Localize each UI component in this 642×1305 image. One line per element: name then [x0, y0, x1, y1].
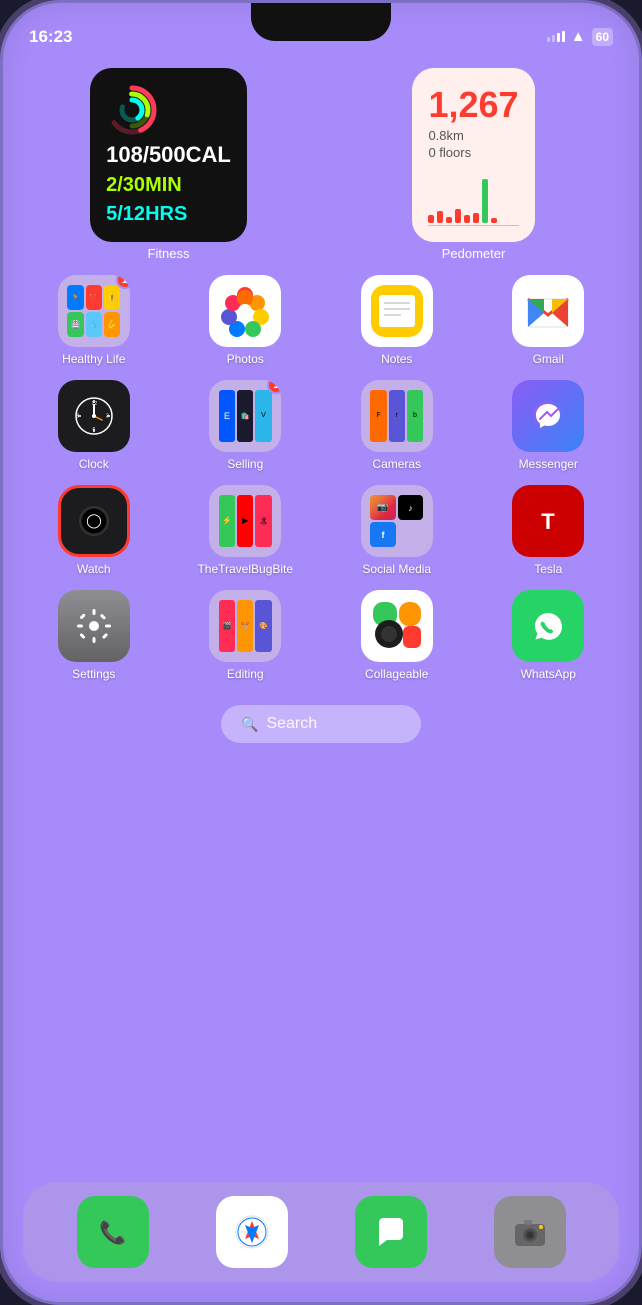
activity-rings-icon	[106, 84, 158, 136]
pedometer-widget-container: 1,267 0.8km 0 floors	[328, 68, 619, 261]
dock-safari[interactable]	[216, 1196, 288, 1268]
phone: 16:23 ▲ 60	[0, 0, 642, 1305]
app-whatsapp[interactable]: WhatsApp	[478, 590, 620, 681]
app-social-media[interactable]: 📷 ♪ f Social Media	[326, 485, 468, 576]
steps-floors: 0 floors	[428, 145, 518, 160]
app-name-clock: Clock	[79, 457, 109, 471]
camera-icon	[510, 1212, 550, 1252]
app-travel-bug[interactable]: ⚡ ▶ 🏝 TheTravelBugBite	[175, 485, 317, 576]
dock: 📞	[23, 1182, 619, 1282]
phone-icon: 📞	[93, 1212, 133, 1252]
app-name-collageable: Collageable	[365, 667, 428, 681]
notes-icon	[371, 285, 423, 337]
fitness-widget-container: 108/500CAL 2/30MIN 5/12HRS Fitness	[23, 68, 314, 261]
fitness-widget[interactable]: 108/500CAL 2/30MIN 5/12HRS	[90, 68, 247, 242]
messenger-icon	[528, 396, 568, 436]
collageable-icon	[371, 600, 423, 652]
battery-indicator: 60	[592, 28, 613, 46]
app-name-settings: Settings	[72, 667, 115, 681]
svg-text:6: 6	[92, 427, 95, 433]
steps-chart	[428, 173, 518, 223]
steps-count: 1,267	[428, 84, 518, 126]
dock-phone[interactable]: 📞	[77, 1196, 149, 1268]
dock-camera[interactable]	[494, 1196, 566, 1268]
app-photos[interactable]: Photos	[175, 275, 317, 366]
svg-text:3: 3	[106, 414, 109, 420]
app-row-1: 1 🏃 ❤️ ⚠️ 🏥 💧 💪 Healthy Life	[23, 275, 619, 366]
app-selling[interactable]: 1 E 🛍️ V Selling	[175, 380, 317, 471]
pedometer-widget[interactable]: 1,267 0.8km 0 floors	[412, 68, 534, 242]
search-magnifier-icon: 🔍	[241, 716, 258, 733]
dock-messages[interactable]	[355, 1196, 427, 1268]
app-healthy-life[interactable]: 1 🏃 ❤️ ⚠️ 🏥 💧 💪 Healthy Life	[23, 275, 165, 366]
badge-selling: 1	[267, 380, 281, 394]
fitness-min: 2/30MIN	[106, 174, 231, 197]
status-icons: ▲ 60	[547, 28, 613, 46]
app-name-healthy-life: Healthy Life	[62, 352, 125, 366]
screen-content: 108/500CAL 2/30MIN 5/12HRS Fitness 1,267…	[3, 58, 639, 1302]
app-tesla[interactable]: T Tesla	[478, 485, 620, 576]
tesla-icon: T	[528, 501, 568, 541]
settings-icon	[75, 607, 113, 645]
app-clock[interactable]: 12 3 6 9 Clock	[23, 380, 165, 471]
search-label: Search	[266, 715, 317, 733]
search-bar-container: 🔍 Search	[23, 705, 619, 743]
svg-text:T: T	[542, 509, 556, 534]
svg-text:📞: 📞	[99, 1218, 127, 1245]
app-name-selling: Selling	[227, 457, 263, 471]
app-settings[interactable]: Settings	[23, 590, 165, 681]
app-notes[interactable]: Notes	[326, 275, 468, 366]
fitness-hrs: 5/12HRS	[106, 203, 231, 226]
watch-icon-container: ◯	[58, 485, 130, 557]
app-name-editing: Editing	[227, 667, 264, 681]
app-editing[interactable]: 🎬 ✂️ 🎨 Editing	[175, 590, 317, 681]
app-name-travel-bug: TheTravelBugBite	[197, 562, 293, 576]
fitness-cal: 108/500CAL	[106, 142, 231, 168]
app-name-tesla: Tesla	[534, 562, 562, 576]
app-name-photos: Photos	[227, 352, 264, 366]
clock-icon: 12 3 6 9	[68, 390, 120, 442]
app-name-gmail: Gmail	[533, 352, 564, 366]
gmail-icon	[522, 285, 574, 337]
app-messenger[interactable]: Messenger	[478, 380, 620, 471]
app-name-social-media: Social Media	[362, 562, 431, 576]
app-cameras[interactable]: F r b Cameras	[326, 380, 468, 471]
app-name-watch: Watch	[77, 562, 111, 576]
svg-text:9: 9	[76, 414, 79, 420]
app-collageable[interactable]: Collageable	[326, 590, 468, 681]
pedometer-label: Pedometer	[442, 246, 506, 261]
app-name-whatsapp: WhatsApp	[521, 667, 576, 681]
whatsapp-icon	[528, 606, 568, 646]
watch-app-icon: ◯	[74, 501, 114, 541]
app-row-4: Settings 🎬 ✂️ 🎨 Editing	[23, 590, 619, 681]
search-bar[interactable]: 🔍 Search	[221, 705, 421, 743]
status-time: 16:23	[29, 27, 72, 47]
svg-text:◯: ◯	[86, 512, 102, 529]
safari-icon	[232, 1212, 272, 1252]
steps-km: 0.8km	[428, 128, 518, 143]
photos-icon	[219, 285, 271, 337]
signal-icon	[547, 31, 565, 42]
widgets-row: 108/500CAL 2/30MIN 5/12HRS Fitness 1,267…	[23, 68, 619, 261]
app-watch[interactable]: ◯ Watch	[23, 485, 165, 576]
app-row-3: ◯ Watch ⚡ ▶ 🏝 TheTravelBugBite	[23, 485, 619, 576]
app-row-2: 12 3 6 9 Clock 1 E	[23, 380, 619, 471]
notch	[251, 3, 391, 41]
app-gmail[interactable]: Gmail	[478, 275, 620, 366]
messages-icon	[371, 1212, 411, 1252]
app-name-cameras: Cameras	[372, 457, 421, 471]
fitness-label: Fitness	[148, 246, 190, 261]
wifi-icon: ▲	[571, 28, 586, 45]
app-name-messenger: Messenger	[519, 457, 578, 471]
app-name-notes: Notes	[381, 352, 412, 366]
